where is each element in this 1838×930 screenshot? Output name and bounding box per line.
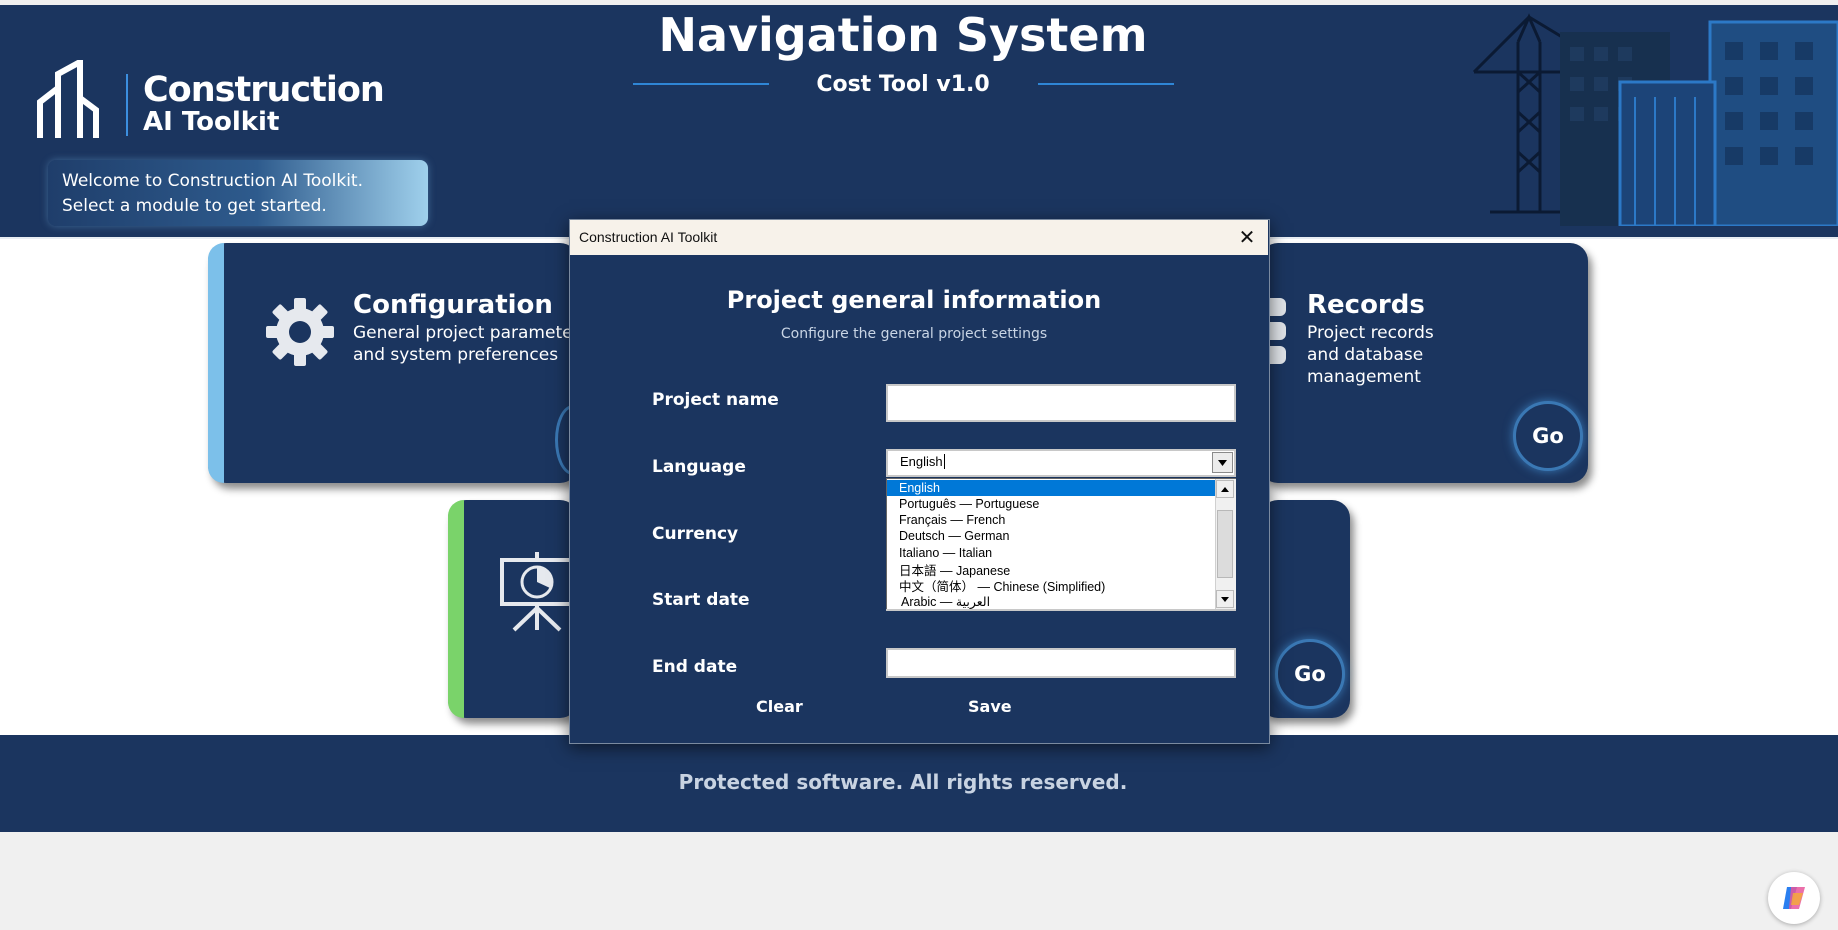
dialog-subheading: Configure the general project settings — [780, 326, 1048, 342]
presentation-chart-icon — [500, 552, 574, 632]
end-date-input[interactable] — [886, 648, 1236, 678]
save-button[interactable]: Save — [968, 697, 1012, 716]
language-option[interactable]: 日本語 — Japanese — [887, 563, 1215, 579]
welcome-line-1: Welcome to Construction AI Toolkit. — [62, 171, 363, 191]
copilot-button[interactable] — [1768, 872, 1820, 924]
gear-icon — [266, 298, 334, 366]
end-date-label: End date — [652, 657, 738, 677]
language-option[interactable]: English — [887, 480, 1215, 496]
records-title: Records — [1307, 290, 1425, 320]
footer-copyright: Protected software. All rights reserved. — [678, 770, 1128, 794]
text-caret — [943, 454, 945, 469]
language-option[interactable]: Français — French — [887, 512, 1215, 528]
scroll-up-button[interactable] — [1216, 480, 1234, 498]
language-combobox-value: English — [900, 454, 943, 469]
language-label: Language — [652, 457, 746, 477]
welcome-message: Welcome to Construction AI Toolkit. Sele… — [62, 169, 363, 219]
records-go-button[interactable]: Go — [1513, 401, 1583, 471]
language-dropdown-button[interactable] — [1212, 452, 1233, 473]
subtitle-rule-right — [1038, 83, 1174, 85]
tools-go-button[interactable]: Go — [1275, 639, 1345, 709]
configuration-desc-line-1: General project parameters — [353, 323, 589, 343]
copilot-icon — [1783, 887, 1805, 909]
language-combobox[interactable]: English — [886, 449, 1236, 477]
language-options-list[interactable]: English Português — Portuguese Français … — [886, 478, 1236, 610]
chevron-up-icon — [1221, 486, 1229, 492]
records-desc-line-3: management — [1307, 367, 1421, 387]
configuration-card-accent — [208, 243, 224, 483]
construction-skyline-icon — [1472, 13, 1838, 226]
logo-text-secondary: AI Toolkit — [143, 107, 280, 137]
configuration-description: General project parameters and system pr… — [353, 322, 588, 366]
clear-button[interactable]: Clear — [756, 697, 803, 716]
records-desc-line-2: and database — [1307, 345, 1424, 365]
reports-card-accent — [448, 500, 464, 718]
language-option[interactable]: Arabic — العربية — [887, 594, 1215, 609]
language-option[interactable]: Português — Portuguese — [887, 496, 1215, 512]
language-option[interactable]: 中文（简体） — Chinese (Simplified) — [887, 579, 1215, 595]
configuration-desc-line-2: and system preferences — [353, 345, 559, 365]
currency-label: Currency — [652, 524, 739, 544]
dialog-window-title: Construction AI Toolkit — [579, 229, 718, 245]
language-option[interactable]: Deutsch — German — [887, 528, 1215, 544]
project-name-input[interactable] — [886, 384, 1236, 422]
chevron-down-icon — [1218, 459, 1227, 466]
configuration-title: Configuration — [353, 290, 553, 320]
records-desc-line-1: Project records — [1307, 323, 1434, 343]
start-date-label: Start date — [652, 590, 750, 610]
dialog-heading: Project general information — [726, 286, 1102, 314]
project-name-label: Project name — [652, 390, 779, 410]
close-icon[interactable]: ✕ — [1236, 223, 1258, 251]
list-bottom-border — [886, 609, 1236, 611]
scrollbar-thumb[interactable] — [1217, 510, 1233, 578]
welcome-line-2: Select a module to get started. — [62, 196, 327, 216]
language-option[interactable]: Italiano — Italian — [887, 545, 1215, 561]
chevron-down-icon — [1221, 596, 1229, 602]
records-description: Project records and database management — [1307, 322, 1434, 388]
scroll-down-button[interactable] — [1216, 590, 1234, 608]
